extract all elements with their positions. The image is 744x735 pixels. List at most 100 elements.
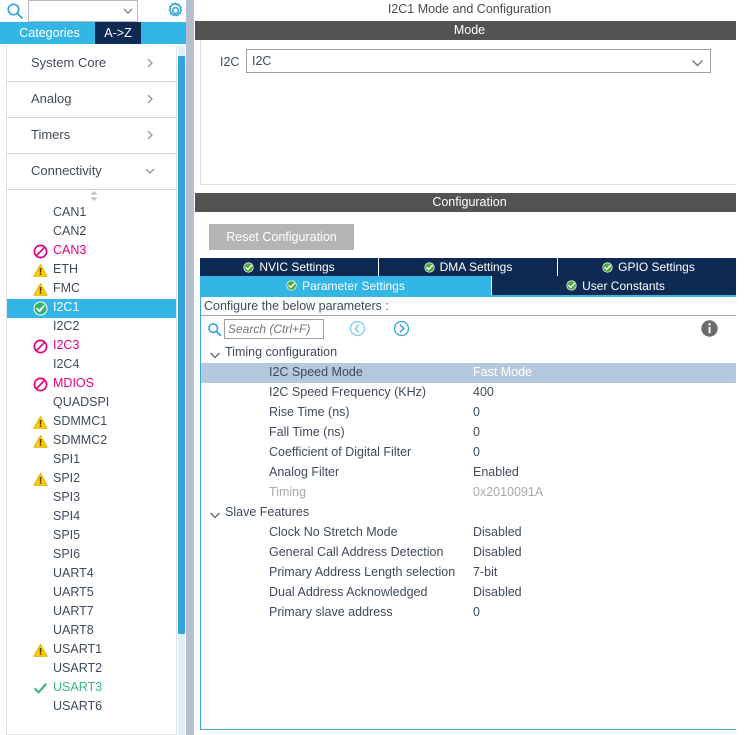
peripheral-item-i2c4[interactable]: I2C4 — [7, 356, 176, 375]
parameter-name: Rise Time (ns) — [269, 405, 350, 419]
parameter-row[interactable]: General Call Address Detection Disabled — [201, 543, 738, 563]
check-circle-icon — [602, 261, 613, 273]
peripheral-search-box[interactable] — [28, 0, 138, 22]
peripheral-item-spi2[interactable]: SPI2 — [7, 470, 176, 489]
peripheral-item-spi4[interactable]: SPI4 — [7, 508, 176, 527]
parameter-value[interactable]: Enabled — [473, 465, 519, 479]
parameter-value[interactable]: 0 — [473, 405, 480, 419]
category-group-list: System Core Analog Timers Connectivity — [7, 46, 176, 190]
peripheral-item-uart8[interactable]: UART8 — [7, 622, 176, 641]
parameter-value[interactable]: 0 — [473, 605, 480, 619]
arrow-left-circle-icon[interactable] — [349, 320, 366, 337]
parameter-row[interactable]: Dual Address Acknowledged Disabled — [201, 583, 738, 603]
peripheral-item-mdios[interactable]: MDIOS — [7, 375, 176, 394]
parameter-row[interactable]: Coefficient of Digital Filter 0 — [201, 443, 738, 463]
arrow-right-circle-icon[interactable] — [393, 320, 410, 337]
category-group-connectivity[interactable]: Connectivity — [7, 154, 176, 190]
tab-parameter-settings[interactable]: Parameter Settings — [200, 276, 492, 295]
peripheral-item-sdmmc2[interactable]: SDMMC2 — [7, 432, 176, 451]
peripheral-item-sdmmc1[interactable]: SDMMC1 — [7, 413, 176, 432]
peripheral-item-eth[interactable]: ETH — [7, 261, 176, 280]
tab-gpio-settings[interactable]: GPIO Settings — [558, 258, 739, 276]
parameter-value[interactable]: 400 — [473, 385, 494, 399]
peripheral-item-fmc[interactable]: FMC — [7, 280, 176, 299]
tab-nvic-settings[interactable]: NVIC Settings — [200, 258, 379, 276]
outer-scrollbar[interactable] — [186, 0, 194, 735]
peripheral-item-usart1[interactable]: USART1 — [7, 641, 176, 660]
scroll-up-hint-row — [7, 190, 176, 204]
parameter-row[interactable]: Analog Filter Enabled — [201, 463, 738, 483]
parameter-row[interactable]: Primary Address Length selection 7-bit — [201, 563, 738, 583]
peripheral-item-quadspi[interactable]: QUADSPI — [7, 394, 176, 413]
peripheral-item-spi3[interactable]: SPI3 — [7, 489, 176, 508]
parameter-settings-panel: Configure the below parameters : Search … — [200, 295, 739, 730]
peripheral-item-i2c2[interactable]: I2C2 — [7, 318, 176, 337]
chevron-down-icon[interactable] — [122, 5, 134, 17]
peripheral-item-label: SDMMC1 — [53, 414, 108, 428]
peripheral-item-can3[interactable]: CAN3 — [7, 242, 176, 261]
peripheral-sidebar: Categories A->Z System Core Analog Timers C… — [0, 0, 190, 735]
reset-configuration-button[interactable]: Reset Configuration — [209, 224, 354, 250]
tab-a-to-z[interactable]: A->Z — [95, 22, 141, 44]
parameter-row[interactable]: Clock No Stretch Mode Disabled — [201, 523, 738, 543]
parameter-search-box[interactable] — [224, 319, 324, 339]
parameter-row[interactable]: Rise Time (ns) 0 — [201, 403, 738, 423]
peripheral-item-uart7[interactable]: UART7 — [7, 603, 176, 622]
gear-icon[interactable] — [166, 1, 185, 20]
sidebar-scrollbar-thumb[interactable] — [178, 56, 185, 634]
parameter-row[interactable]: Timing 0x2010091A — [201, 483, 738, 503]
peripheral-item-uart4[interactable]: UART4 — [7, 565, 176, 584]
chevron-down-icon — [209, 349, 221, 359]
category-group-label: Timers — [31, 127, 71, 142]
category-group-label: Connectivity — [31, 163, 102, 178]
scroll-updown-icon[interactable] — [87, 190, 101, 202]
category-group-analog[interactable]: Analog — [7, 82, 176, 118]
sidebar-search-row — [0, 0, 190, 22]
check-circle-icon — [566, 280, 577, 291]
parameter-value[interactable]: Fast Mode — [473, 365, 532, 379]
peripheral-search-input[interactable] — [29, 2, 117, 20]
parameter-row[interactable]: I2C Speed Mode Fast Mode — [201, 363, 738, 383]
peripheral-item-spi5[interactable]: SPI5 — [7, 527, 176, 546]
peripheral-item-can1[interactable]: CAN1 — [7, 204, 176, 223]
sidebar-tabs: Categories A->Z — [0, 22, 190, 44]
peripheral-item-spi1[interactable]: SPI1 — [7, 451, 176, 470]
peripheral-item-spi6[interactable]: SPI6 — [7, 546, 176, 565]
category-group-timers[interactable]: Timers — [7, 118, 176, 154]
tab-label: User Constants — [582, 278, 665, 293]
peripheral-item-usart6[interactable]: USART6 — [7, 698, 176, 717]
parameter-value[interactable]: Disabled — [473, 525, 522, 539]
peripheral-item-label: CAN2 — [53, 224, 87, 238]
parameter-group-timing-configuration[interactable]: Timing configuration — [201, 343, 738, 363]
peripheral-item-uart5[interactable]: UART5 — [7, 584, 176, 603]
parameter-row[interactable]: I2C Speed Frequency (KHz) 400 — [201, 383, 738, 403]
peripheral-item-label: SDMMC2 — [53, 433, 108, 447]
chevron-right-icon — [144, 129, 156, 141]
parameter-value[interactable]: 0 — [473, 425, 480, 439]
peripheral-item-i2c3[interactable]: I2C3 — [7, 337, 176, 356]
category-group-system-core[interactable]: System Core — [7, 46, 176, 82]
tab-user-constants[interactable]: User Constants — [492, 276, 739, 295]
peripheral-item-usart3[interactable]: USART3 — [7, 679, 176, 698]
parameter-group-slave-features[interactable]: Slave Features — [201, 503, 738, 523]
chevron-down-icon — [144, 165, 156, 177]
peripheral-list: CAN1 CAN2 CAN3 ETH FMC I2C1 I2C2 I2C3 I2C4 MDIOS Q… — [7, 190, 176, 717]
parameter-value[interactable]: Disabled — [473, 585, 522, 599]
tab-categories[interactable]: Categories — [4, 22, 95, 44]
parameter-row[interactable]: Fall Time (ns) 0 — [201, 423, 738, 443]
peripheral-item-i2c1[interactable]: I2C1 — [7, 299, 176, 318]
peripheral-item-can2[interactable]: CAN2 — [7, 223, 176, 242]
info-icon[interactable] — [700, 319, 719, 338]
parameter-row[interactable]: Primary slave address 0 — [201, 603, 738, 623]
warning-triangle-icon — [33, 434, 48, 449]
parameter-rows: Timing configuration I2C Speed Mode Fast M… — [201, 343, 738, 623]
parameter-value[interactable]: Disabled — [473, 545, 522, 559]
parameter-search-input[interactable] — [225, 320, 319, 338]
tab-dma-settings[interactable]: DMA Settings — [379, 258, 558, 276]
parameter-value[interactable]: 0 — [473, 445, 480, 459]
right-pane-edge — [736, 0, 744, 735]
mode-dropdown[interactable]: I2C — [246, 49, 711, 73]
peripheral-item-usart2[interactable]: USART2 — [7, 660, 176, 679]
parameter-value[interactable]: 7-bit — [473, 565, 497, 579]
parameter-value[interactable]: 0x2010091A — [473, 485, 543, 499]
